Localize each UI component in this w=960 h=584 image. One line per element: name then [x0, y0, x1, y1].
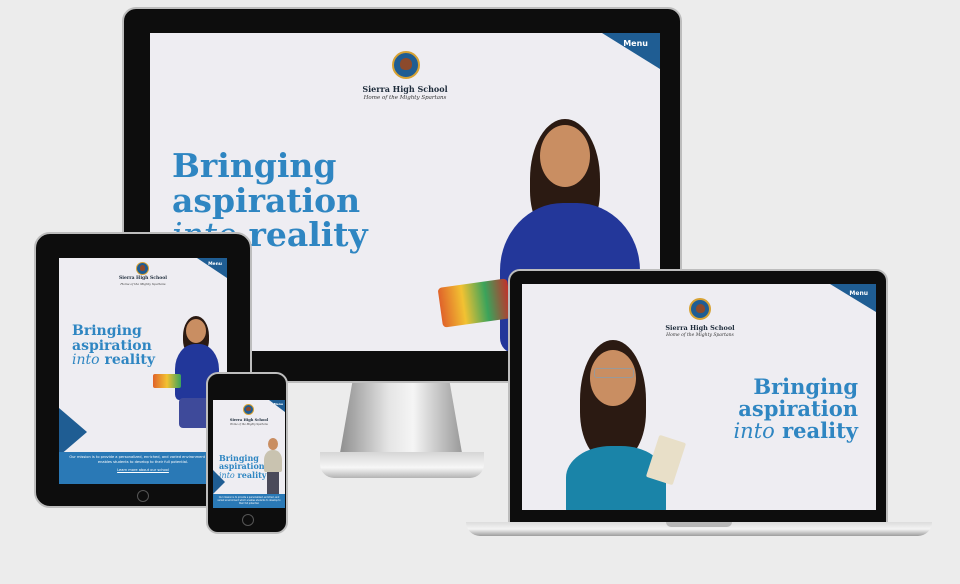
monitor-base — [320, 452, 484, 478]
school-motto: Home of the Mighty Spartans — [363, 95, 447, 101]
hero-line-1: Bringing — [72, 323, 142, 339]
hero-line-1: Bringing — [172, 146, 337, 185]
school-crest-icon — [136, 262, 149, 275]
hero-line-2: aspiration — [172, 180, 361, 220]
phone-home-button[interactable] — [242, 514, 254, 526]
tablet-home-button[interactable] — [137, 490, 149, 502]
hero-line-2: aspiration — [72, 337, 152, 354]
mission-band: Our mission is to provide a personalized… — [59, 452, 227, 484]
school-crest-icon — [243, 404, 254, 415]
hero-student-photo — [261, 438, 285, 498]
school-crest-icon — [689, 298, 711, 320]
hero-reality: reality — [104, 352, 156, 369]
monitor-stand — [340, 383, 462, 453]
menu-label[interactable]: Menu — [623, 39, 648, 48]
menu-label[interactable]: Menu — [849, 290, 868, 297]
hero-into: into — [733, 419, 775, 444]
hero-into: into — [72, 352, 100, 369]
hero-line-1: Bringing — [753, 374, 858, 399]
chevron-decoration-icon — [213, 470, 225, 494]
hero-heading: Bringing aspiration into reality — [219, 454, 266, 480]
mission-text: Our mission is to provide a personalized… — [217, 496, 281, 506]
laptop-screen: Menu Sierra High School Home of the Migh… — [522, 284, 876, 510]
laptop-notch — [666, 522, 732, 527]
school-motto: Home of the Mighty Spartans — [230, 423, 268, 426]
hero-line-3: into reality — [72, 353, 155, 368]
hero-line-3: into reality — [219, 471, 266, 480]
hero-line-2: aspiration — [738, 396, 858, 422]
school-name[interactable]: Sierra High School — [305, 84, 505, 94]
school-motto: Home of the Mighty Spartans — [666, 333, 734, 338]
tablet-screen: Menu Sierra High School Home of the Migh… — [59, 258, 227, 484]
menu-button[interactable] — [197, 258, 227, 278]
school-crest-icon — [392, 51, 420, 79]
phone-device: Menu Sierra High School Home of the Migh… — [206, 372, 288, 534]
school-name[interactable]: Sierra High School — [213, 418, 285, 422]
hero-heading: Bringing aspiration into reality — [72, 324, 155, 368]
phone-screen: Menu Sierra High School Home of the Migh… — [213, 400, 285, 508]
mission-text: Our mission is to provide a personalized… — [69, 455, 217, 465]
chevron-decoration-icon — [59, 408, 87, 456]
hero-reality: reality — [782, 418, 858, 444]
hero-student-photo — [540, 340, 690, 510]
school-name[interactable]: Sierra High School — [640, 324, 760, 332]
menu-button[interactable] — [830, 284, 876, 312]
menu-label[interactable]: Menu — [274, 402, 283, 406]
laptop-device: Menu Sierra High School Home of the Migh… — [508, 269, 888, 524]
school-name[interactable]: Sierra High School — [93, 276, 193, 281]
hero-heading: Bringing aspiration into reality — [733, 374, 858, 444]
hero-line-3: into reality — [733, 418, 858, 444]
hero-reality: reality — [248, 215, 368, 255]
menu-label[interactable]: Menu — [208, 262, 222, 267]
school-motto: Home of the Mighty Spartans — [120, 282, 166, 286]
learn-more-link[interactable]: Learn more about our school — [59, 468, 227, 472]
mission-band: Our mission is to provide a personalized… — [213, 494, 285, 508]
